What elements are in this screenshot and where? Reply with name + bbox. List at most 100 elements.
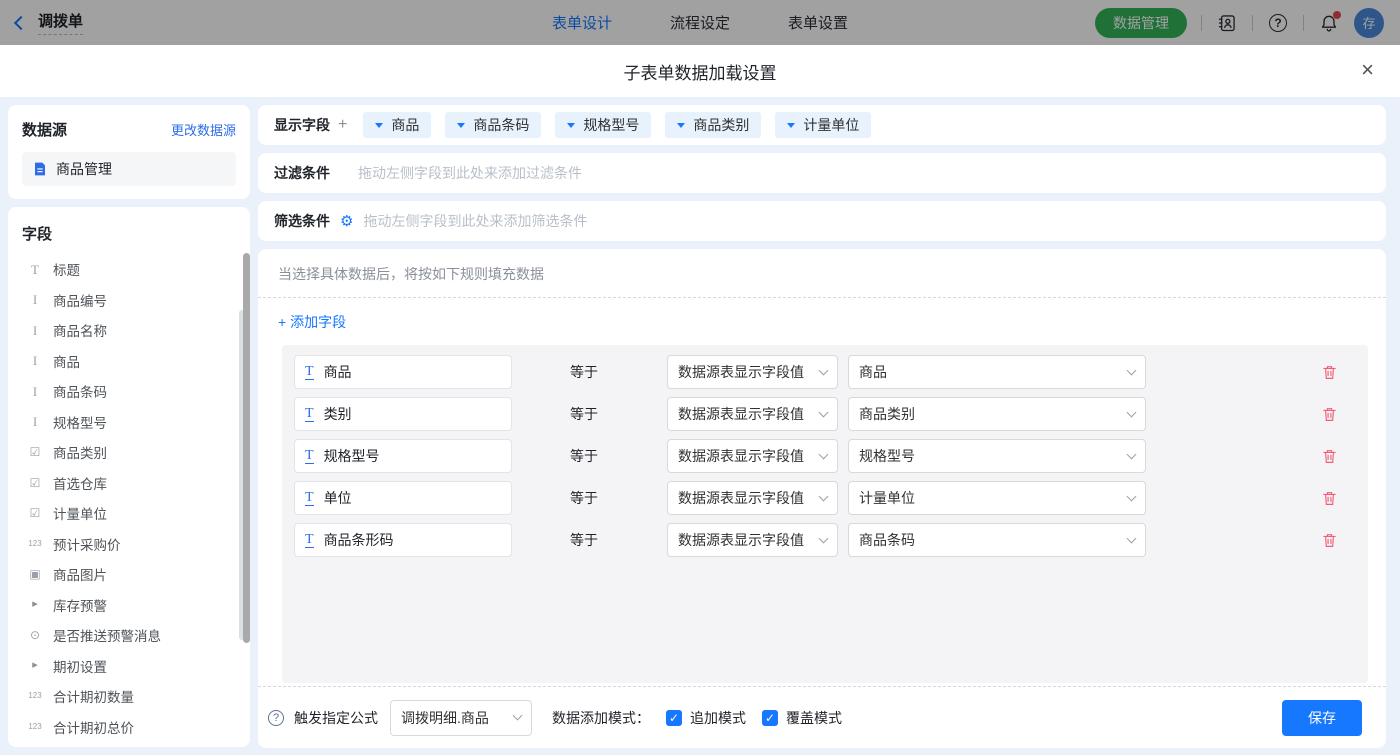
delete-icon[interactable] (1321, 531, 1338, 549)
help-icon[interactable]: ? (268, 709, 284, 726)
delete-icon[interactable] (1321, 363, 1338, 381)
tag-label: 计量单位 (803, 117, 860, 133)
chevron-down-icon (1126, 491, 1137, 501)
display-field-tag[interactable]: 计量单位 (775, 112, 872, 138)
rule-operator: 等于 (570, 448, 598, 464)
filter-label: 过滤条件 (274, 165, 330, 181)
add-display-field-icon[interactable]: + (338, 116, 347, 134)
rule-operator: 等于 (570, 406, 598, 422)
rule-row: T 单位 等于 数据源表显示字段值 计量单位 (294, 481, 1356, 515)
text-field-icon: I (32, 292, 38, 308)
number-icon: 123 (28, 691, 42, 701)
modal-title: 子表单数据加载设置 (623, 63, 777, 83)
sidebar-field-item[interactable]: I 商品编号 (22, 285, 236, 316)
rule-field-label: 商品 (323, 364, 352, 380)
rule-field-input[interactable]: T 单位 (294, 481, 512, 515)
text-field-icon: I (32, 414, 38, 430)
sidebar-field-item[interactable]: ☑ 首选仓库 (22, 468, 236, 499)
rules-card: 当选择具体数据后，将按如下规则填充数据 + 添加字段 T 商品 等于 数据源表显… (258, 249, 1386, 748)
rule-row: T 规格型号 等于 数据源表显示字段值 规格型号 (294, 439, 1356, 473)
delete-icon[interactable] (1321, 489, 1338, 507)
add-field-link[interactable]: + 添加字段 (278, 312, 346, 332)
sidebar-field-item[interactable]: ☑ 商品类别 (22, 437, 236, 468)
rule-value-value: 商品条码 (859, 532, 915, 548)
sidebar-field-item[interactable]: I 商品名称 (22, 315, 236, 346)
chevron-down-icon (787, 123, 796, 132)
rule-value-select[interactable]: 规格型号 (848, 439, 1146, 473)
divider (258, 686, 1386, 687)
rule-source-value: 数据源表显示字段值 (678, 364, 804, 380)
rule-field-input[interactable]: T 商品 (294, 355, 512, 389)
sidebar-field-item[interactable]: 123 合计期初数量 (22, 681, 236, 712)
number-icon: 123 (28, 538, 42, 548)
datasource-item[interactable]: 商品管理 (22, 152, 236, 186)
display-field-tag[interactable]: 商品 (363, 112, 432, 138)
gear-icon[interactable]: ⚙ (340, 214, 353, 229)
sidebar-field-item[interactable]: ☑ 计量单位 (22, 498, 236, 529)
chevron-down-icon (818, 365, 829, 375)
rule-field-input[interactable]: T 规格型号 (294, 439, 512, 473)
rule-value-select[interactable]: 计量单位 (848, 481, 1146, 515)
append-mode-option[interactable]: ✓ 追加模式 (666, 708, 746, 728)
rule-value-select[interactable]: 商品类别 (848, 397, 1146, 431)
sidebar-field-item[interactable]: ▸ 期初设置 (22, 651, 236, 682)
delete-icon[interactable] (1321, 447, 1338, 465)
rule-operator: 等于 (570, 532, 598, 548)
text-field-icon: I (32, 353, 38, 369)
radio-icon: ⊙ (29, 628, 41, 643)
trigger-formula-select[interactable]: 调拨明细.商品 (390, 699, 532, 736)
append-mode-checkbox[interactable]: ✓ (666, 709, 682, 726)
sidebar-field-item[interactable]: I 商品条码 (22, 376, 236, 407)
rule-field-label: 规格型号 (323, 448, 380, 464)
group-icon: ▸ (32, 659, 38, 672)
sift-dropzone[interactable]: 拖动左侧字段到此处来添加筛选条件 (363, 211, 587, 231)
filter-dropzone[interactable]: 拖动左侧字段到此处来添加过滤条件 (358, 163, 582, 183)
sidebar-field-item[interactable]: 123 预计采购价 (22, 529, 236, 560)
field-label: 计量单位 (53, 507, 107, 523)
close-icon[interactable]: × (1361, 59, 1374, 81)
modal-header: 子表单数据加载设置 × (0, 45, 1400, 97)
rule-source-select[interactable]: 数据源表显示字段值 (667, 481, 838, 515)
display-field-tag[interactable]: 商品条码 (445, 112, 542, 138)
datasource-item-label: 商品管理 (56, 161, 112, 177)
rule-value-select[interactable]: 商品条码 (848, 523, 1146, 557)
sidebar-field-item[interactable]: ▣ 商品图片 (22, 559, 236, 590)
rule-source-select[interactable]: 数据源表显示字段值 (667, 523, 838, 557)
rule-field-label: 商品条形码 (323, 532, 394, 548)
change-datasource-link[interactable]: 更改数据源 (171, 120, 236, 139)
rule-value-select[interactable]: 商品 (848, 355, 1146, 389)
rule-field-input[interactable]: T 商品条形码 (294, 523, 512, 557)
field-list: T 标题 I 商品编号 I 商品名称 I 商品 I 商品条码 I 规格型号 ☑ … (22, 254, 236, 742)
text-field-icon: I (32, 383, 38, 399)
footer-bar: ? 触发指定公式 调拨明细.商品 数据添加模式： ✓ 追加模式 ✓ 覆盖模式 保… (268, 699, 1362, 736)
sidebar-field-item[interactable]: ⊙ 是否推送预警消息 (22, 620, 236, 651)
override-mode-checkbox[interactable]: ✓ (762, 709, 778, 726)
sidebar-field-item[interactable]: I 规格型号 (22, 407, 236, 438)
sidebar-field-item[interactable]: T 标题 (22, 254, 236, 285)
rule-source-select[interactable]: 数据源表显示字段值 (667, 397, 838, 431)
display-field-tag[interactable]: 规格型号 (555, 112, 652, 138)
save-button[interactable]: 保存 (1282, 699, 1362, 736)
rule-field-label: 类别 (323, 406, 352, 422)
text-field-icon: T (305, 405, 314, 423)
sidebar-field-item[interactable]: I 商品 (22, 346, 236, 377)
trigger-formula-value: 调拨明细.商品 (401, 709, 489, 726)
sidebar-field-item[interactable]: ▸ 库存预警 (22, 590, 236, 621)
rule-field-input[interactable]: T 类别 (294, 397, 512, 431)
image-icon: ▣ (29, 567, 41, 582)
delete-icon[interactable] (1321, 405, 1338, 423)
sidebar-field-item[interactable]: 123 合计期初总价 (22, 712, 236, 743)
rule-field-label: 单位 (323, 490, 352, 506)
select-icon: ☑ (29, 475, 41, 490)
field-label: 商品编号 (53, 293, 107, 309)
modal-body: 数据源 更改数据源 商品管理 字段 T 标题 I 商品编号 I 商品名称 I 商… (0, 97, 1400, 755)
display-field-tag[interactable]: 商品类别 (665, 112, 762, 138)
rule-source-select[interactable]: 数据源表显示字段值 (667, 439, 838, 473)
field-label: 规格型号 (53, 415, 107, 431)
display-fields-card: 显示字段 + 商品 商品条码 规格型号 商品类别 计量单位 (258, 105, 1386, 145)
field-label: 商品名称 (53, 324, 107, 340)
chevron-down-icon (818, 533, 829, 543)
rule-source-select[interactable]: 数据源表显示字段值 (667, 355, 838, 389)
override-mode-option[interactable]: ✓ 覆盖模式 (762, 708, 842, 728)
page-scrollbar[interactable] (243, 253, 250, 643)
